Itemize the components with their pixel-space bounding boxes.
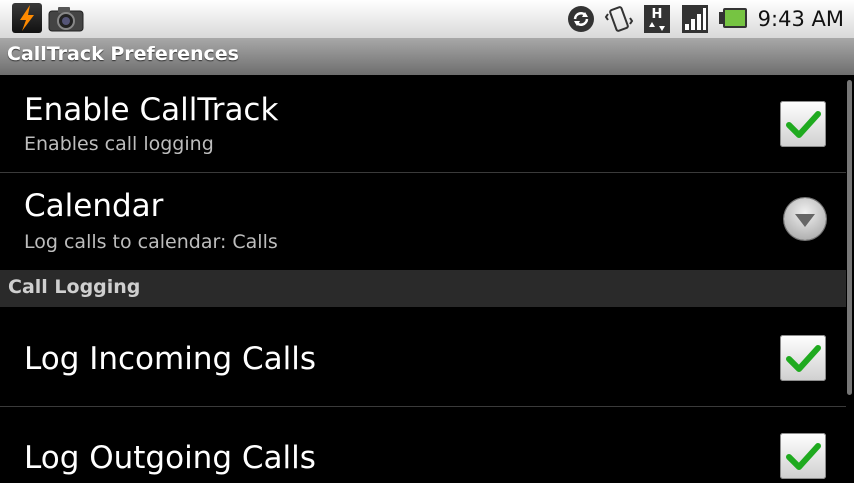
network-badge: H: [651, 7, 662, 22]
pref-calendar[interactable]: Calendar Log calls to calendar: Calls: [0, 173, 846, 270]
status-bar: H 9:43 AM: [0, 0, 854, 38]
pref-log-incoming[interactable]: Log Incoming Calls: [0, 307, 846, 405]
camera-icon: [48, 3, 84, 33]
log-incoming-checkbox[interactable]: [780, 335, 826, 381]
pref-log-outgoing[interactable]: Log Outgoing Calls: [0, 407, 846, 480]
battery-icon: [718, 8, 747, 28]
signal-icon: [681, 5, 708, 33]
sync-icon: [567, 6, 594, 32]
pref-log-incoming-title: Log Incoming Calls: [24, 341, 317, 377]
lightning-app-icon: [12, 3, 42, 33]
clock: 9:43 AM: [757, 7, 844, 31]
pref-enable-title: Enable CallTrack: [24, 92, 279, 128]
status-bar-left: [12, 3, 84, 33]
pref-enable-calltrack[interactable]: Enable CallTrack Enables call logging: [0, 75, 846, 172]
pref-log-outgoing-title: Log Outgoing Calls: [24, 440, 316, 476]
pref-calendar-title: Calendar: [24, 188, 164, 224]
category-call-logging: Call Logging: [8, 276, 141, 298]
enable-checkbox[interactable]: [780, 101, 826, 147]
calendar-dropdown[interactable]: [784, 198, 826, 240]
title-bar: CallTrack Preferences: [0, 38, 854, 75]
chevron-down-icon: [795, 214, 815, 227]
pref-enable-summary: Enables call logging: [24, 133, 214, 155]
data-transfer-icon: H: [643, 5, 670, 33]
checkmark-icon: [786, 345, 821, 372]
checkmark-icon: [786, 111, 821, 138]
page-title: CallTrack Preferences: [7, 43, 239, 65]
log-outgoing-checkbox[interactable]: [780, 433, 826, 479]
checkmark-icon: [786, 443, 821, 470]
vibrate-icon: [604, 6, 633, 32]
status-bar-right: H 9:43 AM: [566, 3, 844, 35]
scrollbar[interactable]: [847, 80, 852, 395]
pref-calendar-summary: Log calls to calendar: Calls: [24, 231, 278, 253]
category-header: Call Logging: [0, 270, 846, 307]
